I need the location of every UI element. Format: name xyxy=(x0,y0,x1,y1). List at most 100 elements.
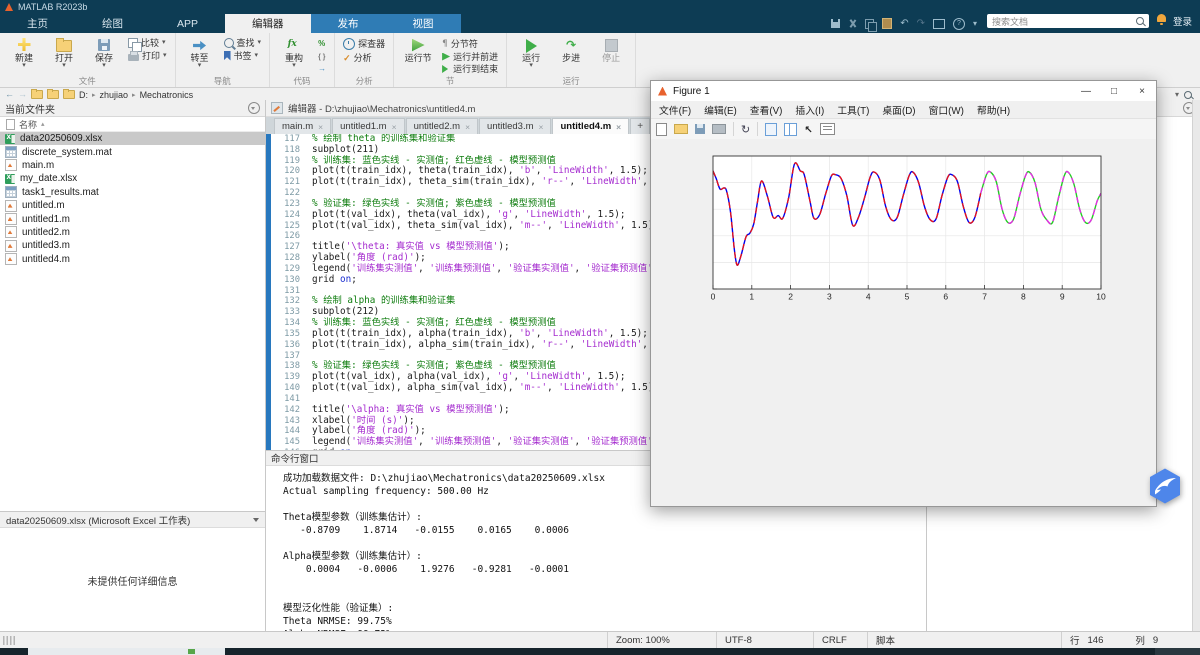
ribbon-button-新建[interactable]: 新建▾ xyxy=(8,36,40,70)
editor-tab[interactable]: untitled3.m× xyxy=(479,118,551,134)
address-caret-icon[interactable]: ▾ xyxy=(1175,90,1179,99)
ribbon-button-保存[interactable]: 保存▾ xyxy=(88,36,120,70)
redo-icon[interactable]: ↷ xyxy=(917,19,925,28)
rotate-3d-icon[interactable] xyxy=(741,120,750,138)
ribbon-button-braces[interactable] xyxy=(318,51,326,61)
file-row[interactable]: task1_results.mat xyxy=(0,186,265,199)
doc-search-input[interactable]: 搜索文档 xyxy=(987,14,1149,28)
ribbon-button-比较[interactable]: 比较▾ xyxy=(128,38,167,48)
theta-subplot[interactable]: 012345678910 xyxy=(651,139,1154,322)
tab-close-icon[interactable]: × xyxy=(616,122,621,132)
breadcrumb-segment[interactable]: zhujiao xyxy=(100,90,129,100)
breadcrumb-segment[interactable]: D: xyxy=(79,90,88,100)
figure-menu-item[interactable]: 编辑(E) xyxy=(704,103,737,117)
new-tab-button[interactable]: + xyxy=(630,118,650,134)
save-figure-icon[interactable] xyxy=(695,124,705,134)
figure-menu-item[interactable]: 查看(V) xyxy=(750,103,783,117)
file-row[interactable]: untitled3.m xyxy=(0,239,265,252)
undo-icon[interactable]: ↶ xyxy=(900,19,908,28)
figure-titlebar[interactable]: Figure 1 — □ × xyxy=(651,81,1156,101)
cut-icon[interactable] xyxy=(848,19,857,28)
tab-close-icon[interactable]: × xyxy=(318,122,323,132)
ribbon-button-分析[interactable]: 分析 xyxy=(343,53,385,64)
taskbar-app-icon[interactable] xyxy=(188,649,195,654)
figure-menu-item[interactable]: 工具(T) xyxy=(837,103,869,117)
ribbon-button-步进[interactable]: 步进 xyxy=(555,36,587,63)
file-details-header[interactable]: data20250609.xlsx (Microsoft Excel 工作表) xyxy=(0,511,265,528)
paste-icon[interactable] xyxy=(882,18,892,29)
browse-folder-icon[interactable] xyxy=(47,90,59,99)
ribbon-tab-1[interactable]: 绘图 xyxy=(75,14,150,33)
ribbon-button-探查器[interactable]: 探查器 xyxy=(343,38,385,50)
statusbar-eol[interactable]: CRLF xyxy=(813,632,867,648)
figure-menu-item[interactable]: 文件(F) xyxy=(659,103,691,117)
file-row[interactable]: untitled2.m xyxy=(0,226,265,239)
ribbon-button-打开[interactable]: 打开▾ xyxy=(48,36,80,70)
up-folder-icon[interactable] xyxy=(31,90,43,99)
file-row[interactable]: main.m xyxy=(0,159,265,172)
statusbar-grip-icon[interactable] xyxy=(3,636,17,645)
pointer-tool-icon[interactable] xyxy=(804,120,812,138)
copy-icon[interactable] xyxy=(865,19,874,29)
floating-app-icon[interactable] xyxy=(1146,467,1184,505)
ribbon-button-运行到结束[interactable]: 运行到结束 xyxy=(442,64,498,74)
figure-menu-item[interactable]: 帮助(H) xyxy=(977,103,1010,117)
ribbon-button-重构[interactable]: 重构▾ xyxy=(278,36,310,70)
forward-icon[interactable]: → xyxy=(18,90,27,99)
file-row[interactable]: untitled1.m xyxy=(0,212,265,225)
ribbon-button-运行节[interactable]: 运行节 xyxy=(402,36,434,63)
file-row[interactable]: my_date.xlsx xyxy=(0,172,265,185)
ribbon-button-分节符[interactable]: 分节符 xyxy=(442,38,498,49)
layout-icon[interactable] xyxy=(784,123,797,136)
statusbar-encoding[interactable]: UTF-8 xyxy=(716,632,813,648)
file-row[interactable]: untitled4.m xyxy=(0,253,265,266)
alpha-subplot[interactable] xyxy=(651,327,1154,511)
ribbon-button-书签[interactable]: 书签▾ xyxy=(224,51,262,61)
quick-save-icon[interactable] xyxy=(831,19,840,28)
figure-canvas[interactable]: 012345678910 xyxy=(651,139,1156,506)
ribbon-tab-0[interactable]: 主页 xyxy=(0,14,75,33)
notification-bell-icon[interactable] xyxy=(1157,14,1166,22)
figure-menu-item[interactable]: 窗口(W) xyxy=(929,103,964,117)
file-row[interactable]: untitled.m xyxy=(0,199,265,212)
ribbon-button-运行并前进[interactable]: 运行并前进 xyxy=(442,52,498,62)
minimize-button[interactable]: — xyxy=(1072,81,1100,101)
back-icon[interactable]: ← xyxy=(5,90,14,99)
tab-close-icon[interactable]: × xyxy=(392,122,397,132)
breadcrumb-segment[interactable]: Mechatronics xyxy=(140,90,194,100)
ribbon-button-转至[interactable]: 转至▾ xyxy=(184,36,216,70)
ribbon-button-查找[interactable]: 查找▾ xyxy=(224,38,262,48)
ribbon-tab-2[interactable]: APP xyxy=(150,14,225,33)
collapsed-panel-strip[interactable] xyxy=(1192,100,1200,632)
ribbon-tab-4[interactable]: 发布 xyxy=(311,14,386,33)
quick-toolbar-caret-icon[interactable]: ▾ xyxy=(973,19,977,28)
print-figure-icon[interactable] xyxy=(712,124,726,134)
window-icon[interactable] xyxy=(933,19,945,29)
ribbon-button-percent[interactable] xyxy=(318,38,326,48)
ribbon-tab-5[interactable]: 视图 xyxy=(386,14,461,33)
folder-search-icon[interactable] xyxy=(1184,91,1192,99)
ribbon-tab-3[interactable]: 编辑器 xyxy=(225,14,311,33)
close-button[interactable]: × xyxy=(1128,81,1156,101)
files-header-row[interactable]: 名称 ▴ xyxy=(0,117,265,132)
figure-menu-item[interactable]: 插入(I) xyxy=(795,103,824,117)
windows-taskbar[interactable] xyxy=(0,648,1200,655)
figure-menu-item[interactable]: 桌面(D) xyxy=(882,103,915,117)
ribbon-button-indent[interactable] xyxy=(318,63,326,73)
help-icon[interactable]: ? xyxy=(953,18,965,30)
editor-tab[interactable]: untitled4.m× xyxy=(552,118,629,134)
file-row[interactable]: discrete_system.mat xyxy=(0,145,265,158)
maximize-button[interactable]: □ xyxy=(1100,81,1128,101)
insert-legend-icon[interactable] xyxy=(820,123,835,135)
taskbar-tray[interactable] xyxy=(1155,648,1200,655)
taskbar-button[interactable] xyxy=(28,648,225,655)
open-file-icon[interactable] xyxy=(674,124,688,134)
ribbon-button-运行[interactable]: 运行▾ xyxy=(515,36,547,70)
editor-tab[interactable]: main.m× xyxy=(274,118,331,134)
tab-close-icon[interactable]: × xyxy=(465,122,470,132)
tab-close-icon[interactable]: × xyxy=(539,122,544,132)
ribbon-button-打印[interactable]: 打印▾ xyxy=(128,51,167,61)
editor-tab[interactable]: untitled1.m× xyxy=(332,118,404,134)
dock-figure-icon[interactable] xyxy=(765,123,777,136)
statusbar-zoom[interactable]: Zoom: 100% xyxy=(607,632,716,648)
